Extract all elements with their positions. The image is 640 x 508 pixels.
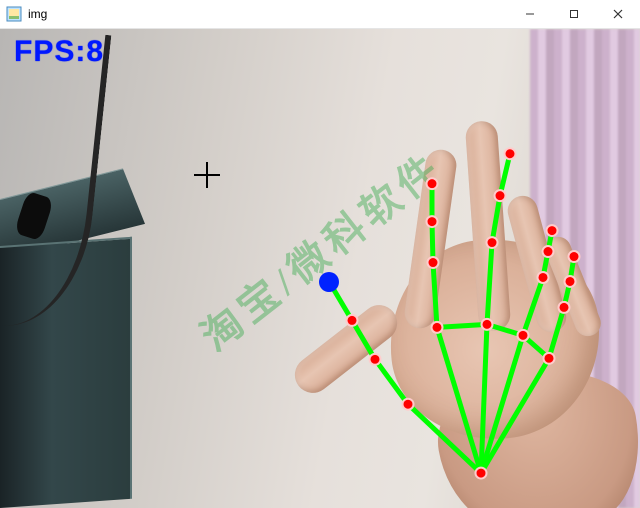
video-viewport: 淘宝/微科软件 FPS:8 [0,29,640,508]
close-button[interactable] [596,0,640,28]
fps-counter: FPS:8 [14,35,104,69]
camera-frame: 淘宝/微科软件 FPS:8 [0,29,640,508]
hand-thumb [288,298,405,400]
close-icon [613,9,623,19]
maximize-button[interactable] [552,0,596,28]
app-window: img 淘 [0,0,640,508]
fingertip-marker-icon [319,272,339,292]
maximize-icon [569,9,579,19]
window-title: img [28,7,47,21]
app-icon [6,6,22,22]
minimize-button[interactable] [508,0,552,28]
titlebar[interactable]: img [0,0,640,29]
minimize-icon [525,9,535,19]
hand [300,139,620,508]
